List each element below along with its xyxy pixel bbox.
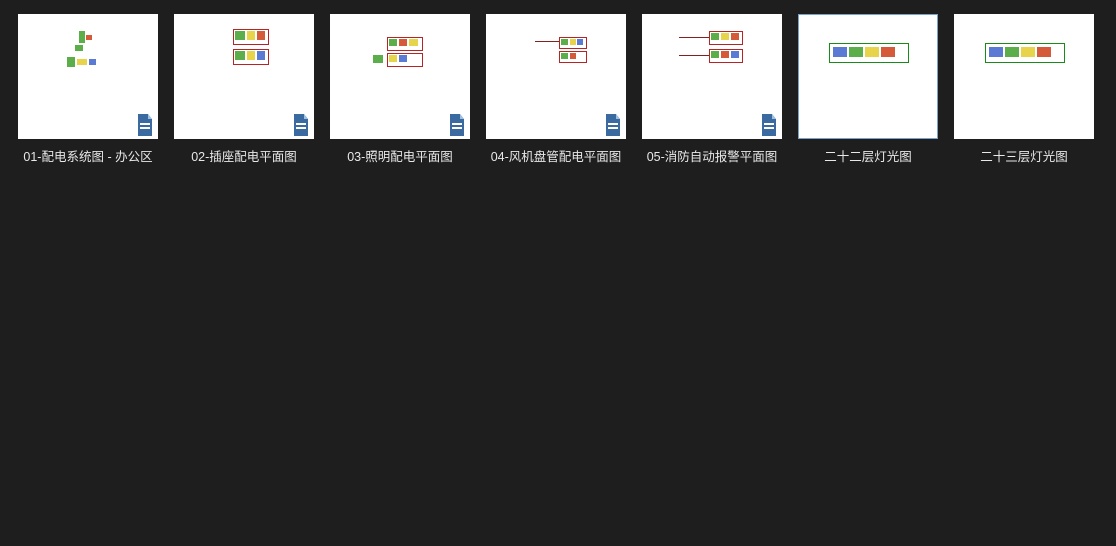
file-label: 03-照明配电平面图 (347, 146, 453, 165)
file-label: 02-插座配电平面图 (191, 146, 297, 165)
file-item[interactable]: 03-照明配电平面图 (330, 14, 470, 165)
file-item[interactable]: 二十三层灯光图 (954, 14, 1094, 165)
file-thumbnail (954, 14, 1094, 139)
dwg-file-icon (603, 114, 623, 136)
file-item[interactable]: 02-插座配电平面图 (174, 14, 314, 165)
dwg-file-icon (447, 114, 467, 136)
file-item[interactable]: 01-配电系统图 - 办公区 (18, 14, 158, 165)
file-label: 二十三层灯光图 (980, 146, 1068, 165)
file-thumbnail (18, 14, 158, 139)
file-label: 04-风机盘管配电平面图 (491, 146, 622, 165)
dwg-file-icon (135, 114, 155, 136)
file-thumbnail (642, 14, 782, 139)
file-item[interactable]: 05-消防自动报警平面图 (642, 14, 782, 165)
file-item[interactable]: 二十二层灯光图 (798, 14, 938, 165)
file-label: 二十二层灯光图 (824, 146, 912, 165)
file-thumbnail (174, 14, 314, 139)
file-gallery: 01-配电系统图 - 办公区 02-插座配电平面图 (0, 0, 1116, 179)
file-label: 01-配电系统图 - 办公区 (23, 146, 152, 165)
file-item[interactable]: 04-风机盘管配电平面图 (486, 14, 626, 165)
file-thumbnail (330, 14, 470, 139)
dwg-file-icon (759, 114, 779, 136)
file-label: 05-消防自动报警平面图 (647, 146, 778, 165)
file-thumbnail (486, 14, 626, 139)
dwg-file-icon (291, 114, 311, 136)
file-thumbnail (798, 14, 938, 139)
